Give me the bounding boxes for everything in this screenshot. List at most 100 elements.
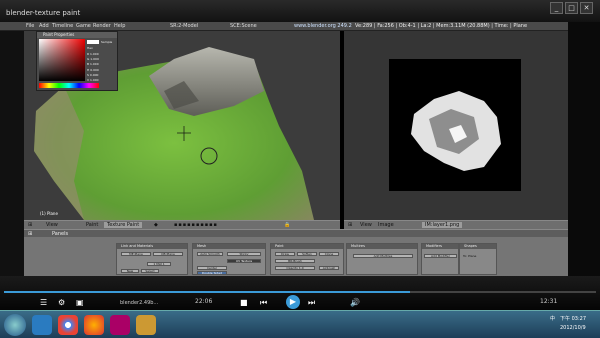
auto-smooth-button[interactable]: Auto Smooth: [197, 252, 223, 256]
scene-selector[interactable]: SCE:Scene: [230, 23, 257, 29]
select-button[interactable]: Select: [141, 269, 159, 273]
image-name-field[interactable]: IM:layer1.png: [422, 222, 463, 228]
window-title: blender-texture paint: [6, 9, 81, 17]
airbrush-button[interactable]: Airbrush: [319, 266, 339, 270]
paint-stroke-preview: [411, 91, 501, 171]
menu-game[interactable]: Game: [76, 23, 91, 29]
sticky-button[interactable]: Sticky: [227, 252, 261, 256]
menu-add[interactable]: Add: [39, 23, 49, 29]
seek-progress: [4, 291, 410, 293]
r-field[interactable]: R 1.000: [87, 52, 99, 56]
draw-button[interactable]: Draw: [275, 252, 295, 256]
media-app-icon[interactable]: [110, 315, 130, 335]
image-view-menu[interactable]: View: [360, 222, 372, 228]
clone-button[interactable]: Clone: [319, 252, 339, 256]
image-editor-menu-icon[interactable]: ⊞: [348, 222, 352, 228]
add-multires-button[interactable]: Add Multires: [353, 254, 413, 258]
image-editor[interactable]: [344, 31, 568, 220]
brush-selector[interactable]: BR:Brush: [275, 259, 315, 263]
view-menu-icon[interactable]: ⊞: [28, 222, 32, 228]
panel-title: Shapes: [460, 244, 496, 249]
settings-icon[interactable]: ⚙: [58, 298, 65, 307]
lock-icon[interactable]: 🔒: [284, 222, 290, 228]
panel-shapes: Shapes To: Plane: [459, 243, 497, 275]
tray-date[interactable]: 2012/10/9: [560, 325, 586, 331]
object-label: (1) Plane: [40, 211, 58, 216]
paint-properties-panel: Paint Properties Sample Hex R 1.000 G 1.…: [36, 31, 118, 91]
stop-icon[interactable]: ■: [240, 298, 248, 307]
v-field[interactable]: V 1.000: [87, 78, 99, 82]
uv-texture-button[interactable]: UV Texture: [227, 259, 261, 263]
paint-properties-title: Paint Properties: [37, 32, 117, 38]
me-field[interactable]: ME:Plane: [121, 252, 151, 256]
panel-mesh: Mesh Auto Smooth Sticky UV Texture Cente…: [192, 243, 266, 275]
new-button[interactable]: New: [121, 269, 139, 273]
ime-indicator[interactable]: 中: [550, 315, 555, 322]
folder-app-icon[interactable]: [136, 315, 156, 335]
playlist-icon[interactable]: ☰: [40, 298, 47, 307]
shading-icon[interactable]: ◆: [154, 222, 158, 228]
add-modifier-button[interactable]: Add Modifier: [424, 254, 457, 258]
g-field[interactable]: G 1.000: [87, 57, 99, 61]
mode-selector[interactable]: Texture Paint: [104, 222, 143, 228]
ob-field[interactable]: OB:Plane: [153, 252, 183, 256]
close-button[interactable]: ✕: [580, 2, 593, 14]
b-field[interactable]: B 1.000: [87, 62, 99, 66]
start-button[interactable]: [4, 314, 26, 336]
media-title: blender2.49b...: [120, 300, 159, 306]
h-field[interactable]: H 0.000: [87, 68, 99, 72]
painted-image-canvas: [389, 59, 521, 191]
3d-view-menu[interactable]: View: [46, 222, 58, 228]
menu-timeline[interactable]: Timeline: [52, 23, 73, 29]
image-menu[interactable]: Image: [378, 222, 394, 228]
buttons-header: ⊞ Panels: [24, 229, 568, 237]
chrome-icon[interactable]: [58, 315, 78, 335]
double-sided-button[interactable]: Double Sided: [197, 271, 227, 275]
volume-icon[interactable]: 🔊: [350, 298, 360, 307]
time-total: 12:31: [540, 298, 558, 305]
buttons-window: Link and Materials ME:Plane OB:Plane 1 M…: [24, 237, 568, 276]
play-button[interactable]: ▶: [286, 295, 300, 309]
media-player-controls: ☰ ⚙ ▣ blender2.49b... 22:06 ■ ⏮ ▶ ⏭ 🔊 12…: [0, 276, 600, 310]
panel-title: Multires: [347, 244, 417, 249]
panel-paint: Paint Draw Soften Clone BR:Brush Opacity…: [270, 243, 344, 275]
s-field[interactable]: S 0.000: [87, 73, 98, 77]
scene-stats: Ve:289 | Fa:256 | Ob:4-1 | La:2 | Mem:3.…: [355, 23, 528, 29]
panel-title: Link and Materials: [117, 244, 187, 249]
panel-title: Paint: [271, 244, 343, 249]
left-window-frame: [0, 31, 24, 276]
maximize-button[interactable]: □: [565, 2, 578, 14]
windows-taskbar: 中 下午 03:27 2012/10/9: [0, 310, 600, 338]
panel-modifiers: Modifiers Add Modifier: [421, 243, 459, 275]
layer-buttons[interactable]: ▪▪▪▪▪▪▪▪▪▪: [174, 222, 218, 228]
time-elapsed: 22:06: [195, 298, 213, 305]
color-swatch[interactable]: [87, 40, 99, 44]
3d-view-header: ⊞ View Paint Texture Paint ◆ ▪▪▪▪▪▪▪▪▪▪ …: [24, 220, 340, 229]
folder-icon[interactable]: ▣: [76, 298, 84, 307]
material-index[interactable]: 1 Mat 1: [147, 262, 171, 266]
previous-icon[interactable]: ⏮: [260, 298, 267, 308]
hex-field[interactable]: Hex: [87, 46, 93, 50]
image-editor-header: ⊞ View Image IM:layer1.png: [344, 220, 568, 229]
menu-file[interactable]: File: [26, 23, 34, 29]
minimize-button[interactable]: _: [550, 2, 563, 14]
center-button[interactable]: Center: [197, 266, 227, 270]
menu-help[interactable]: Help: [114, 23, 125, 29]
panel-multires: Multires Add Multires: [346, 243, 418, 275]
hue-slider[interactable]: [39, 83, 99, 88]
3d-viewport[interactable]: Paint Properties Sample Hex R 1.000 G 1.…: [24, 31, 340, 220]
tray-time[interactable]: 下午 03:27: [560, 315, 586, 322]
opacity-slider[interactable]: Opacity 1.0: [275, 266, 315, 270]
screen-selector[interactable]: SR:2-Model: [170, 23, 198, 29]
panel-title: Mesh: [193, 244, 265, 249]
color-picker-square[interactable]: [39, 39, 85, 81]
panel-title: Modifiers: [422, 244, 458, 249]
paint-menu[interactable]: Paint: [86, 222, 98, 228]
soften-button[interactable]: Soften: [297, 252, 317, 256]
sample-button[interactable]: Sample: [101, 40, 112, 44]
firefox-icon[interactable]: [84, 315, 104, 335]
internet-explorer-icon[interactable]: [32, 315, 52, 335]
next-icon[interactable]: ⏭: [308, 298, 315, 308]
right-window-frame: [568, 22, 600, 276]
menu-render[interactable]: Render: [93, 23, 111, 29]
